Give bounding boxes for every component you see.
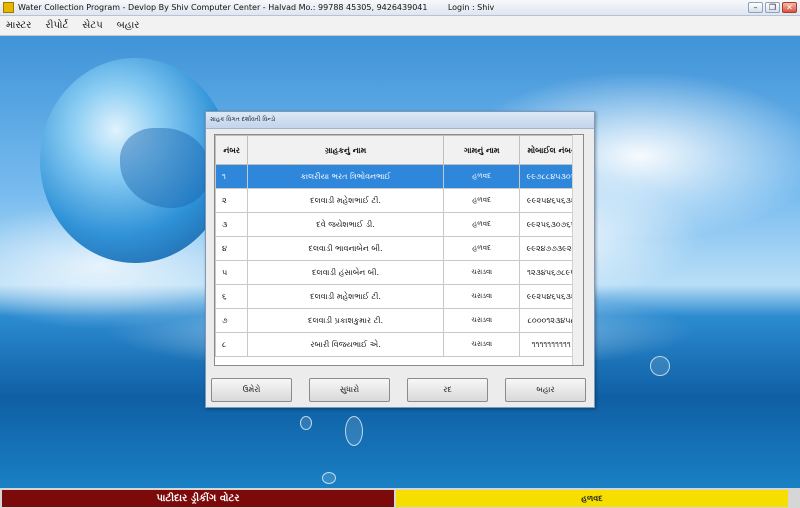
village-name-cell[interactable]: હળવદ xyxy=(442,188,521,213)
close-button[interactable]: ✕ xyxy=(782,2,797,13)
edit-button[interactable]: સુધારો xyxy=(309,378,390,402)
customer-name-cell[interactable]: દલવાડી હંસાબેન બી. xyxy=(247,260,444,285)
bubble xyxy=(345,416,363,446)
table-header-row: નંબર ગ્રાહકનું નામ ગામનું નામ મોબાઈલ નંબ… xyxy=(215,135,583,165)
window-title: Water Collection Program - Devlop By Shi… xyxy=(18,3,495,12)
table-row[interactable]: ૭ દલવાડી પ્રકાશકુમાર ટી. ચરાડવા ૮૦૦૦૧૨૩૪૫૮ xyxy=(215,308,583,333)
title-bar: Water Collection Program - Devlop By Shi… xyxy=(0,0,800,16)
add-button[interactable]: ઉમેરો xyxy=(211,378,292,402)
app-icon xyxy=(3,2,14,13)
menu-master[interactable]: માસ્ટર xyxy=(6,20,31,31)
table-row[interactable]: ૬ દલવાડી મહેશભાઈ ટી. ચરાડવા ૯૯૨૫૪૬૫૬૩૨ xyxy=(215,284,583,309)
exit-button[interactable]: બહાર xyxy=(505,378,586,402)
customer-name-cell[interactable]: દલવાડી ભાવનાબેન બી. xyxy=(247,236,444,261)
menu-report[interactable]: રીપોર્ટ xyxy=(45,20,68,31)
customer-table: નંબર ગ્રાહકનું નામ ગામનું નામ મોબાઈલ નંબ… xyxy=(215,135,583,357)
customer-name-cell[interactable]: કાલરીયા ભરત ત્રિભોવનભાઈ xyxy=(247,164,444,189)
dialog-title: ગ્રાહક વિગત દર્શાવતી વિન્ડો xyxy=(206,112,594,129)
village-name-cell[interactable]: ચરાડવા xyxy=(442,332,521,357)
table-row[interactable]: ૮ રબારી વિજયભાઈ એ. ચરાડવા ૧૧૧૧૧૧૧૧૧૧ xyxy=(215,332,583,357)
village-name-cell[interactable]: હળવદ xyxy=(442,212,521,237)
menu-setup[interactable]: સેટપ xyxy=(82,20,102,31)
company-name-panel: પાટીદાર ડ્રીકીંગ વોટર xyxy=(2,490,394,507)
village-name-cell[interactable]: હળવદ xyxy=(442,236,521,261)
customer-name-cell[interactable]: દલવાડી મહેશભાઈ ટી. xyxy=(247,188,444,213)
table-row[interactable]: ૩ દવે જયેશભાઈ ડી. હળવદ ૯૯૨૫૬૩૦૭૬૫ xyxy=(215,212,583,237)
window-controls: – ❐ ✕ xyxy=(748,2,797,13)
village-name-cell[interactable]: હળવદ xyxy=(442,164,521,189)
village-name-cell[interactable]: ચરાડવા xyxy=(442,284,521,309)
status-bar: પાટીદાર ડ્રીકીંગ વોટર હળવદ xyxy=(0,488,800,508)
globe-image xyxy=(40,58,230,263)
bubble xyxy=(650,356,670,376)
city-panel: હળવદ xyxy=(396,490,788,507)
customer-name-cell[interactable]: દલવાડી પ્રકાશકુમાર ટી. xyxy=(247,308,444,333)
column-header-village-name[interactable]: ગામનું નામ xyxy=(442,135,521,165)
row-number-cell[interactable]: ૬ xyxy=(215,284,249,309)
column-header-number[interactable]: નંબર xyxy=(215,135,249,165)
village-name-cell[interactable]: ચરાડવા xyxy=(442,308,521,333)
customer-name-cell[interactable]: રબારી વિજયભાઈ એ. xyxy=(247,332,444,357)
row-number-cell[interactable]: ૮ xyxy=(215,332,249,357)
cancel-button[interactable]: રદ xyxy=(407,378,488,402)
menu-exit[interactable]: બહાર xyxy=(117,20,140,31)
customer-name-cell[interactable]: દવે જયેશભાઈ ડી. xyxy=(247,212,444,237)
customer-name-cell[interactable]: દલવાડી મહેશભાઈ ટી. xyxy=(247,284,444,309)
row-number-cell[interactable]: ૩ xyxy=(215,212,249,237)
row-number-cell[interactable]: ૨ xyxy=(215,188,249,213)
bubble xyxy=(322,472,336,484)
grid-scrollbar[interactable] xyxy=(572,135,583,365)
menu-bar: માસ્ટર રીપોર્ટ સેટપ બહાર xyxy=(0,16,800,36)
customer-list-dialog: ગ્રાહક વિગત દર્શાવતી વિન્ડો નંબર ગ્રાહકન… xyxy=(205,111,595,408)
table-row[interactable]: ૧ કાલરીયા ભરત ત્રિભોવનભાઈ હળવદ ૯૯૭૮૮૪૫૩૦૫ xyxy=(215,164,583,189)
column-header-customer-name[interactable]: ગ્રાહકનું નામ xyxy=(247,135,444,165)
row-number-cell[interactable]: ૭ xyxy=(215,308,249,333)
minimize-button[interactable]: – xyxy=(748,2,763,13)
dialog-button-row: ઉમેરો સુધારો રદ બહાર xyxy=(211,378,586,402)
table-row[interactable]: ૨ દલવાડી મહેશભાઈ ટી. હળવદ ૯૯૨૫૪૬૫૬૩૨ xyxy=(215,188,583,213)
table-row[interactable]: ૫ દલવાડી હંસાબેન બી. ચરાડવા ૧૨૩૪૫૬૭૮૯૫ xyxy=(215,260,583,285)
bubble xyxy=(300,416,312,430)
table-row[interactable]: ૪ દલવાડી ભાવનાબેન બી. હળવદ ૯૯૨૪૭૭૩૯૨૮ xyxy=(215,236,583,261)
row-number-cell[interactable]: ૪ xyxy=(215,236,249,261)
restore-button[interactable]: ❐ xyxy=(765,2,780,13)
village-name-cell[interactable]: ચરાડવા xyxy=(442,260,521,285)
customer-grid[interactable]: નંબર ગ્રાહકનું નામ ગામનું નામ મોબાઈલ નંબ… xyxy=(214,134,584,366)
row-number-cell[interactable]: ૫ xyxy=(215,260,249,285)
row-number-cell[interactable]: ૧ xyxy=(215,164,249,189)
